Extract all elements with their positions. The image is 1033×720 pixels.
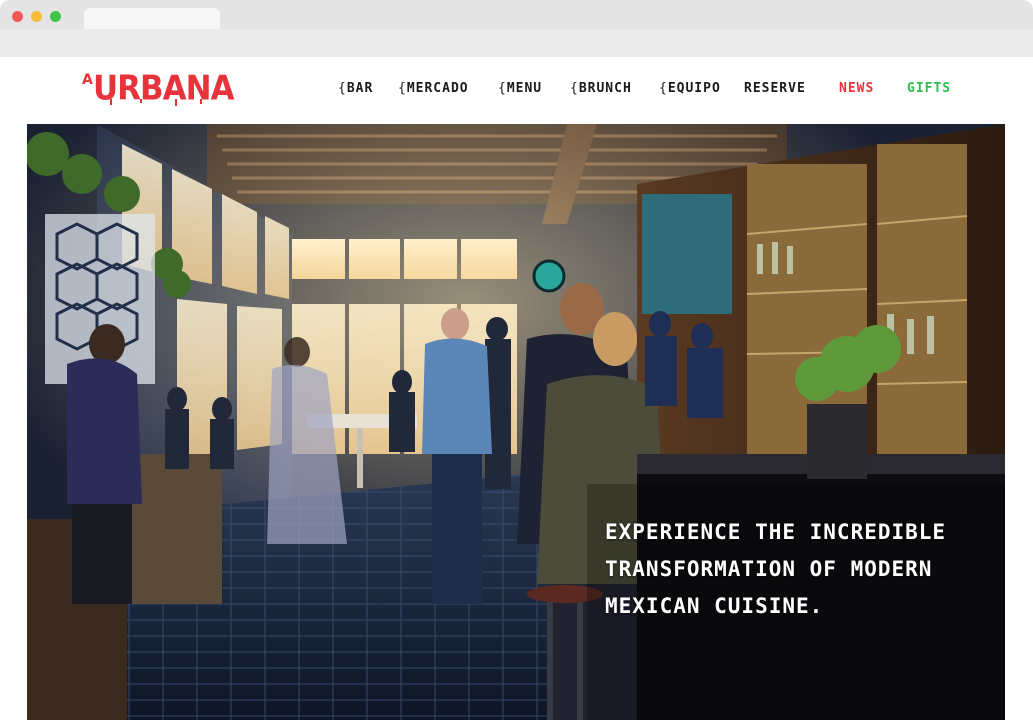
nav-item-news[interactable]: NEWS xyxy=(839,81,874,96)
logo-drip-icon xyxy=(200,99,202,104)
restaurant-interior-illustration xyxy=(27,124,1005,720)
hero-tagline-line: EXPERIENCE THE INCREDIBLE xyxy=(605,520,947,544)
browser-window: A URBANA {BAR {MERCADO {MENU {BRUNCH {EQ… xyxy=(0,0,1033,720)
logo-prefix: A xyxy=(82,72,93,88)
browser-chrome xyxy=(0,0,1033,57)
nav-item-bar[interactable]: {BAR xyxy=(338,81,373,96)
minimize-window-icon[interactable] xyxy=(31,11,42,22)
logo-drip-icon xyxy=(140,99,142,103)
close-window-icon[interactable] xyxy=(12,11,23,22)
maximize-window-icon[interactable] xyxy=(50,11,61,22)
nav-item-mercado[interactable]: {MERCADO xyxy=(398,81,469,96)
urbana-logo[interactable]: A URBANA xyxy=(82,67,235,109)
hero-tagline-line: TRANSFORMATION OF MODERN xyxy=(605,557,933,581)
browser-tab[interactable] xyxy=(84,8,220,29)
nav-item-gifts[interactable]: GIFTS xyxy=(907,81,951,96)
nav-item-menu[interactable]: {MENU xyxy=(498,81,542,96)
website-page: A URBANA {BAR {MERCADO {MENU {BRUNCH {EQ… xyxy=(0,57,1033,720)
hero-tagline: EXPERIENCE THE INCREDIBLE TRANSFORMATION… xyxy=(605,514,985,625)
logo-drip-icon xyxy=(110,99,112,105)
nav-item-reserve[interactable]: RESERVE xyxy=(744,81,806,96)
nav-item-brunch[interactable]: {BRUNCH xyxy=(570,81,632,96)
logo-drip-icon xyxy=(175,99,177,106)
hero-photo: EXPERIENCE THE INCREDIBLE TRANSFORMATION… xyxy=(27,124,1005,720)
nav-item-equipo[interactable]: {EQUIPO xyxy=(659,81,721,96)
hero-tagline-line: MEXICAN CUISINE. xyxy=(605,594,824,618)
logo-wordmark: URBANA xyxy=(93,68,235,109)
browser-address-strip xyxy=(0,29,1033,57)
